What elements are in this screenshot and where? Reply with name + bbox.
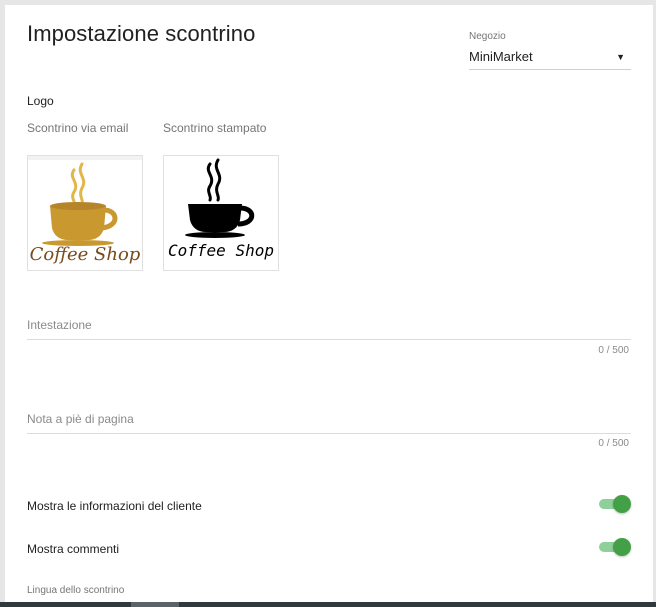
email-receipt-label: Scontrino via email (27, 121, 129, 135)
comments-toggle[interactable] (599, 538, 631, 556)
toggle-knob (613, 495, 631, 513)
dropdown-arrow-icon: ▼ (616, 52, 625, 62)
bottom-scrollbar[interactable] (0, 602, 656, 607)
header-text-field[interactable]: Intestazione (27, 315, 631, 340)
footer-field-label: Nota a piè di pagina (27, 412, 134, 426)
store-label: Negozio (469, 31, 506, 42)
store-selected-value: MiniMarket (469, 49, 533, 64)
footer-note-field[interactable]: Nota a piè di pagina (27, 409, 631, 434)
printed-receipt-label: Scontrino stampato (163, 121, 267, 135)
footer-char-counter: 0 / 500 (598, 438, 629, 449)
scrollbar-thumb[interactable] (131, 602, 179, 607)
receipt-settings-card: Impostazione scontrino Negozio MiniMarke… (5, 5, 653, 605)
email-logo-text: Coffee Shop (30, 244, 141, 265)
toggle-knob (613, 538, 631, 556)
printed-logo-upload[interactable]: Coffee Shop (163, 155, 279, 271)
coffee-cup-black-icon: Coffee Shop (168, 158, 274, 260)
printed-logo-text: Coffee Shop (168, 241, 274, 260)
coffee-cup-color-icon: Coffee Shop (28, 156, 142, 265)
receipt-language-label: Lingua dello scontrino (27, 585, 125, 596)
store-select[interactable]: MiniMarket ▼ (469, 45, 631, 70)
header-char-counter: 0 / 500 (598, 345, 629, 356)
page-title: Impostazione scontrino (27, 21, 256, 46)
logo-section-label: Logo (27, 94, 54, 108)
comments-label: Mostra commenti (27, 542, 120, 556)
header-field-label: Intestazione (27, 318, 92, 332)
customer-info-toggle[interactable] (599, 495, 631, 513)
customer-info-label: Mostra le informazioni del cliente (27, 499, 202, 513)
email-logo-upload[interactable]: Coffee Shop (27, 155, 143, 271)
